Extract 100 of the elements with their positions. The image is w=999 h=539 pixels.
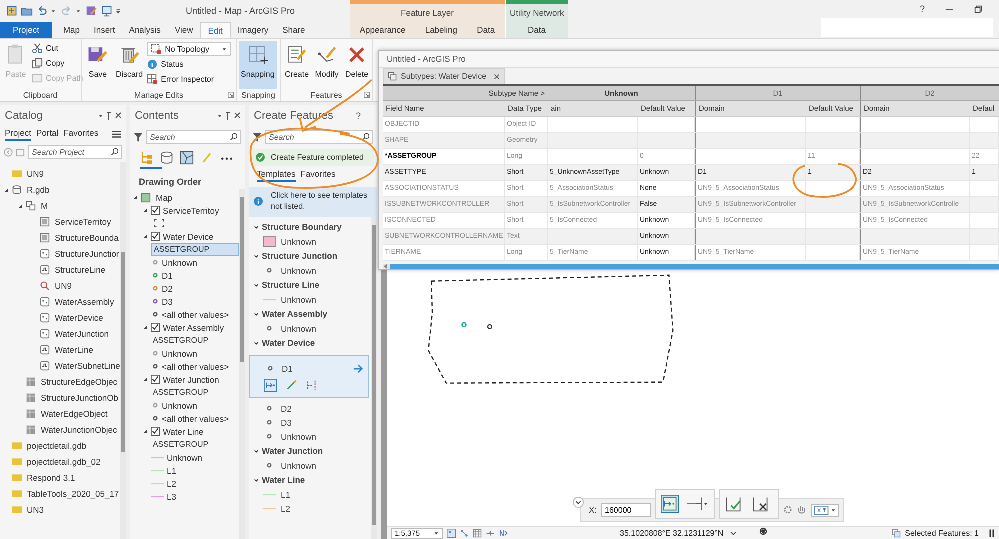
class-item[interactable]: L1 [167, 466, 176, 476]
ribbon-button[interactable]: Copy [32, 57, 84, 70]
group-heading[interactable]: Water Junction [262, 446, 324, 456]
ribbon-tab[interactable]: Map [56, 22, 88, 38]
pencil-icon[interactable] [285, 378, 298, 392]
ribbon-tab[interactable]: View [168, 22, 200, 38]
map-item[interactable]: Map [156, 192, 173, 202]
expander-icon[interactable] [143, 429, 148, 434]
new-project-icon[interactable] [6, 5, 18, 17]
catalog-item[interactable]: StructureEdgeObjec [41, 377, 118, 387]
topology-dropdown[interactable]: No Topology [147, 42, 232, 56]
ribbon-button[interactable]: Status [147, 58, 232, 71]
group-heading[interactable]: Water Device [262, 338, 316, 348]
nodes-icon[interactable] [460, 528, 470, 538]
xy-dropdown[interactable] [811, 504, 840, 516]
expander-icon[interactable] [133, 195, 138, 200]
group-heading[interactable]: Structure Junction [262, 251, 338, 262]
arrow-right-icon[interactable] [353, 364, 364, 374]
point-tool-icon[interactable] [661, 495, 680, 513]
snap-icon[interactable] [486, 528, 496, 538]
grid-icon[interactable] [447, 528, 456, 538]
chevron-icon[interactable] [730, 530, 737, 536]
class-item[interactable]: <all other values> [162, 414, 230, 424]
scrollbar[interactable] [383, 264, 999, 269]
ribbon-button[interactable]: Snapping [239, 41, 277, 89]
pane-tab[interactable]: Templates [257, 169, 296, 182]
ribbon-button[interactable]: Delete [343, 41, 372, 89]
layer-item[interactable]: Water Junction [163, 374, 220, 384]
layer-item[interactable]: Water Assembly [163, 322, 224, 332]
catalog-item[interactable]: WaterDevice [55, 313, 104, 323]
catalog-item[interactable]: WaterSubnetLine [55, 361, 120, 371]
checkbox[interactable] [151, 206, 160, 215]
info-text[interactable]: Click here to see templates not listed. [271, 191, 371, 213]
template-item[interactable]: D3 [281, 418, 292, 428]
class-item[interactable]: <all other values> [162, 362, 230, 372]
pane-options-icon[interactable] [217, 112, 241, 120]
layer-item[interactable]: Water Device [163, 232, 214, 242]
scrollbar[interactable] [120, 162, 126, 539]
catalog-item[interactable]: Respond 3.1 [27, 473, 76, 483]
checkbox[interactable] [151, 232, 160, 241]
caret-icon[interactable] [51, 8, 56, 14]
template-item[interactable]: Unknown [281, 266, 316, 276]
class-item[interactable]: D1 [162, 270, 173, 280]
template-item[interactable]: Unknown [281, 432, 316, 442]
pane-tab[interactable]: Favorites [64, 128, 99, 141]
chevron-icon[interactable] [254, 448, 259, 454]
command-field[interactable] [821, 18, 993, 37]
ribbon-button[interactable]: Cut [32, 42, 84, 55]
pause-icon[interactable] [989, 528, 995, 538]
ribbon-tab[interactable]: Data [470, 22, 502, 38]
ribbon-tab[interactable]: Edit [200, 22, 231, 38]
field-heading[interactable]: ASSETGROUP [151, 243, 239, 256]
ribbon-tab[interactable]: Labeling [418, 22, 464, 38]
class-item[interactable]: Unknown [162, 258, 198, 268]
filter-icon[interactable] [253, 132, 262, 142]
ribbon-tab[interactable]: Data [521, 22, 553, 38]
field-heading[interactable]: ASSETGROUP [151, 335, 211, 346]
expander-icon[interactable] [143, 325, 148, 330]
ribbon-button[interactable]: Discard [114, 41, 146, 89]
pane-options-icon[interactable] [98, 112, 122, 120]
catalog-item[interactable]: UN9 [55, 281, 72, 291]
customize-caret-icon[interactable] [116, 8, 121, 14]
class-item[interactable]: D2 [162, 284, 173, 294]
layer-item[interactable]: Water Line [163, 426, 204, 436]
group-heading[interactable]: Water Line [262, 475, 306, 486]
pane-tab[interactable]: Project [5, 128, 32, 141]
pane-tab[interactable]: Favorites [300, 169, 336, 182]
close-icon[interactable] [494, 74, 500, 80]
table-icon[interactable] [473, 528, 482, 538]
class-item[interactable]: L2 [167, 478, 176, 488]
save-edits-icon[interactable] [86, 5, 98, 17]
class-item[interactable]: L3 [167, 492, 176, 502]
split-tool-icon[interactable] [306, 378, 319, 392]
catalog-item[interactable]: WaterAssembly [55, 297, 114, 307]
class-item[interactable]: Unknown [162, 348, 198, 358]
selection-icon[interactable] [892, 528, 902, 538]
template-item[interactable]: Unknown [281, 460, 316, 471]
expander-icon[interactable] [143, 377, 148, 382]
chevron-icon[interactable] [254, 254, 259, 259]
finish-sketch-icon[interactable] [725, 495, 744, 513]
help-button[interactable]: ? [356, 111, 361, 121]
ribbon-tab[interactable]: Share [276, 22, 312, 38]
catalog-item[interactable]: ServiceTerritoy [55, 217, 112, 227]
scrollbar[interactable] [371, 216, 377, 539]
expander-icon[interactable] [143, 208, 148, 213]
search-field[interactable]: Search [146, 130, 241, 144]
filter-icon[interactable] [134, 132, 143, 142]
hand-icon[interactable] [797, 505, 808, 515]
north-arrow-icon[interactable] [499, 528, 508, 538]
undo-icon[interactable] [36, 5, 48, 17]
template-item[interactable]: L1 [281, 490, 290, 500]
template-item[interactable]: Unknown [281, 324, 316, 334]
catalog-item[interactable]: WaterJunction [55, 329, 110, 339]
dialog-launcher-icon[interactable] [228, 92, 234, 98]
template-item[interactable]: Unknown [281, 236, 316, 247]
collapse-chevron-icon[interactable] [573, 497, 584, 508]
catalog-item[interactable]: pojectdetail.gdb_02 [27, 457, 101, 467]
ribbon-tab[interactable]: Analysis [122, 22, 168, 38]
catalog-item[interactable]: M [41, 201, 48, 211]
catalog-item[interactable]: UN3 [27, 505, 44, 515]
